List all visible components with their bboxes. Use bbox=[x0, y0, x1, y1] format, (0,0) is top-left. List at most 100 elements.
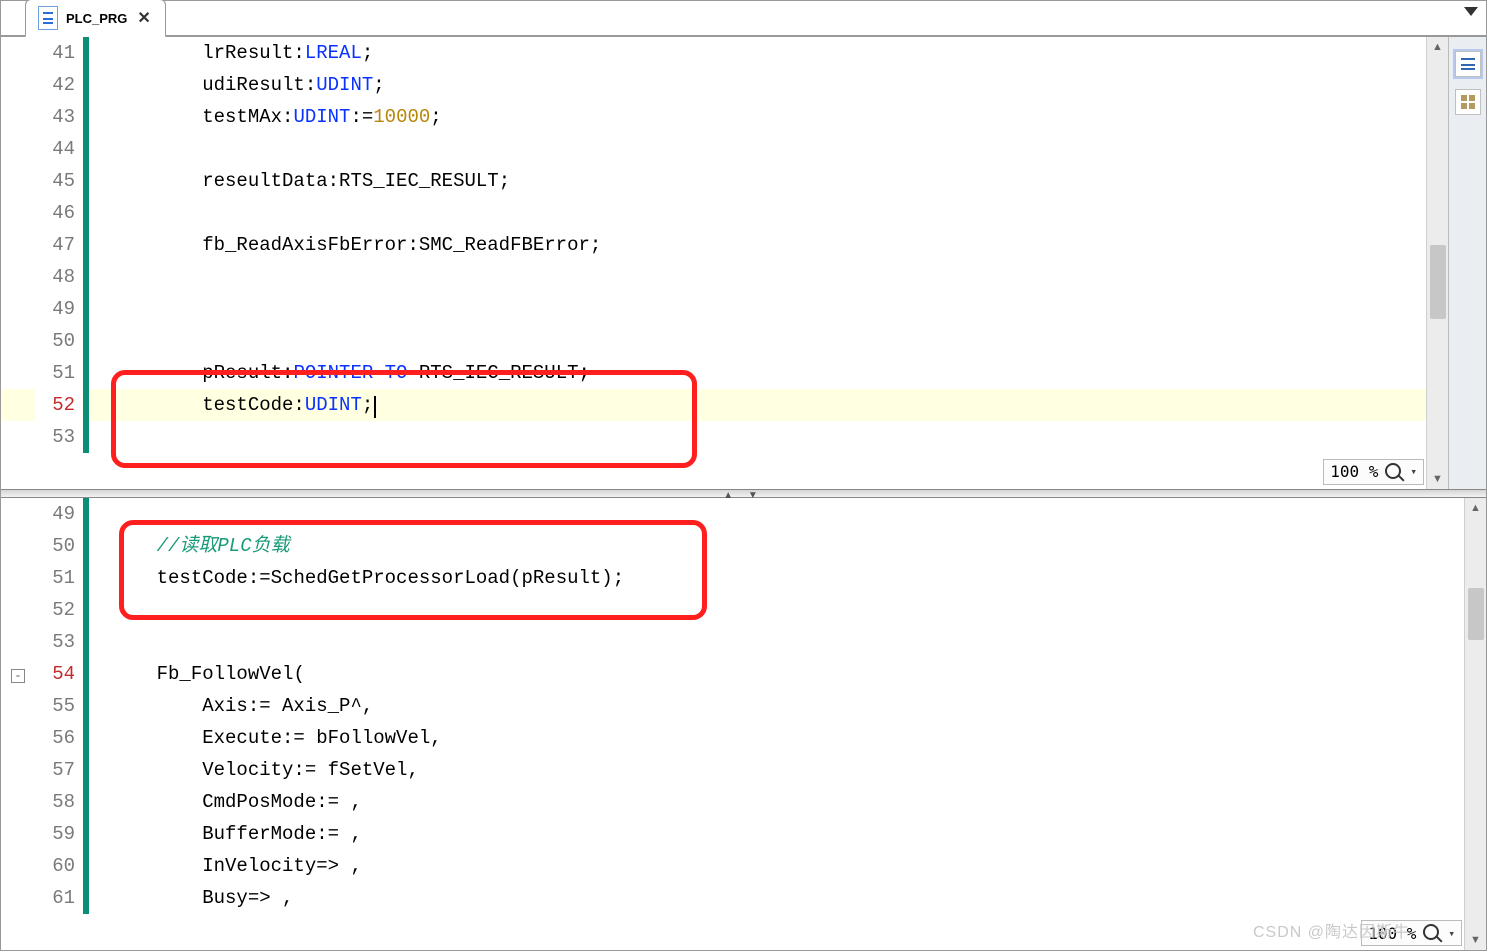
fold-gutter[interactable] bbox=[1, 562, 35, 594]
fold-gutter[interactable] bbox=[1, 690, 35, 722]
code-line[interactable]: 56 Execute:= bFollowVel, bbox=[1, 722, 1464, 754]
code-line[interactable]: 55 Axis:= Axis_P^, bbox=[1, 690, 1464, 722]
editor-work-area: 41 lrResult:LREAL;42 udiResult:UDINT;43 … bbox=[1, 37, 1486, 950]
scroll-down-icon[interactable]: ▼ bbox=[1465, 930, 1486, 950]
code-line[interactable]: 59 BufferMode:= , bbox=[1, 818, 1464, 850]
fold-gutter[interactable] bbox=[1, 626, 35, 658]
code-line[interactable]: 53 bbox=[1, 421, 1426, 453]
line-number: 48 bbox=[35, 261, 83, 293]
code-text: CmdPosMode:= , bbox=[89, 786, 1464, 818]
line-number: 59 bbox=[35, 818, 83, 850]
code-line[interactable]: 48 bbox=[1, 261, 1426, 293]
zoom-value: 100 % bbox=[1368, 924, 1416, 943]
code-line[interactable]: 60 InVelocity=> , bbox=[1, 850, 1464, 882]
scroll-thumb[interactable] bbox=[1430, 245, 1446, 319]
code-line[interactable]: 41 lrResult:LREAL; bbox=[1, 37, 1426, 69]
line-number: 49 bbox=[35, 293, 83, 325]
textual-view-button[interactable] bbox=[1455, 51, 1481, 77]
tab-overflow-menu-icon[interactable] bbox=[1464, 7, 1478, 16]
code-text bbox=[89, 261, 1426, 293]
code-line[interactable]: 57 Velocity:= fSetVel, bbox=[1, 754, 1464, 786]
code-line[interactable]: 58 CmdPosMode:= , bbox=[1, 786, 1464, 818]
fold-gutter[interactable] bbox=[1, 293, 35, 325]
code-text: Axis:= Axis_P^, bbox=[89, 690, 1464, 722]
fold-gutter[interactable] bbox=[1, 530, 35, 562]
implementation-editor[interactable]: 4950 //读取PLC负载51 testCode:=SchedGetProce… bbox=[1, 498, 1486, 950]
line-number: 58 bbox=[35, 786, 83, 818]
tab-plc-prg[interactable]: PLC_PRG ✕ bbox=[25, 0, 166, 37]
fold-gutter[interactable] bbox=[1, 229, 35, 261]
fold-gutter[interactable] bbox=[1, 594, 35, 626]
zoom-status[interactable]: 100 % ▾ bbox=[1361, 920, 1462, 946]
magnifier-icon bbox=[1384, 462, 1404, 482]
scroll-thumb[interactable] bbox=[1468, 588, 1484, 640]
scroll-up-icon[interactable]: ▲ bbox=[1465, 498, 1486, 518]
tab-leading-spacer bbox=[1, 1, 25, 36]
declaration-view-tools bbox=[1448, 37, 1486, 489]
line-number: 43 bbox=[35, 101, 83, 133]
fold-gutter[interactable] bbox=[1, 498, 35, 530]
tab-close-button[interactable]: ✕ bbox=[135, 8, 152, 28]
fold-gutter[interactable] bbox=[1, 325, 35, 357]
code-line[interactable]: 51 pResult:POINTER TO RTS_IEC_RESULT; bbox=[1, 357, 1426, 389]
tab-title: PLC_PRG bbox=[66, 11, 127, 26]
line-number: 52 bbox=[35, 594, 83, 626]
vertical-scrollbar[interactable]: ▲ ▼ bbox=[1426, 37, 1448, 489]
code-text: pResult:POINTER TO RTS_IEC_RESULT; bbox=[89, 357, 1426, 389]
fold-gutter[interactable] bbox=[1, 101, 35, 133]
declaration-editor[interactable]: 41 lrResult:LREAL;42 udiResult:UDINT;43 … bbox=[1, 37, 1448, 489]
fold-gutter[interactable] bbox=[1, 261, 35, 293]
code-line[interactable]: 51 testCode:=SchedGetProcessorLoad(pResu… bbox=[1, 562, 1464, 594]
fold-gutter[interactable] bbox=[1, 357, 35, 389]
code-line[interactable]: 44 bbox=[1, 133, 1426, 165]
fold-gutter[interactable] bbox=[1, 818, 35, 850]
zoom-status[interactable]: 100 % ▾ bbox=[1323, 459, 1424, 485]
fold-gutter[interactable] bbox=[1, 722, 35, 754]
text-lines-icon bbox=[1461, 58, 1475, 70]
fold-gutter[interactable] bbox=[1, 754, 35, 786]
code-line[interactable]: 50 bbox=[1, 325, 1426, 357]
code-line[interactable]: 47 fb_ReadAxisFbError:SMC_ReadFBError; bbox=[1, 229, 1426, 261]
fold-gutter[interactable] bbox=[1, 133, 35, 165]
fold-gutter[interactable] bbox=[1, 786, 35, 818]
code-line[interactable]: 46 bbox=[1, 197, 1426, 229]
horizontal-splitter[interactable]: ▲ ▼ bbox=[1, 489, 1486, 499]
code-line[interactable]: 52 bbox=[1, 594, 1464, 626]
line-number: 54 bbox=[35, 658, 83, 690]
fold-gutter[interactable] bbox=[1, 37, 35, 69]
tabular-view-button[interactable] bbox=[1455, 89, 1481, 115]
code-line[interactable]: -54 Fb_FollowVel( bbox=[1, 658, 1464, 690]
scroll-down-icon[interactable]: ▼ bbox=[1427, 469, 1448, 489]
fold-gutter[interactable] bbox=[1, 389, 35, 421]
code-text: testCode:UDINT; bbox=[89, 389, 1426, 421]
code-text bbox=[89, 293, 1426, 325]
code-line[interactable]: 53 bbox=[1, 626, 1464, 658]
code-line[interactable]: 42 udiResult:UDINT; bbox=[1, 69, 1426, 101]
line-number: 42 bbox=[35, 69, 83, 101]
code-line[interactable]: 49 bbox=[1, 498, 1464, 530]
code-line[interactable]: 45 reseultData:RTS_IEC_RESULT; bbox=[1, 165, 1426, 197]
code-text: lrResult:LREAL; bbox=[89, 37, 1426, 69]
code-line[interactable]: 61 Busy=> , bbox=[1, 882, 1464, 914]
code-text bbox=[89, 626, 1464, 658]
code-text: fb_ReadAxisFbError:SMC_ReadFBError; bbox=[89, 229, 1426, 261]
code-text: InVelocity=> , bbox=[89, 850, 1464, 882]
fold-gutter[interactable]: - bbox=[1, 658, 35, 690]
fold-gutter[interactable] bbox=[1, 69, 35, 101]
code-line[interactable]: 52 testCode:UDINT; bbox=[1, 389, 1426, 421]
fold-gutter[interactable] bbox=[1, 850, 35, 882]
fold-gutter[interactable] bbox=[1, 421, 35, 453]
code-line[interactable]: 50 //读取PLC负载 bbox=[1, 530, 1464, 562]
scroll-up-icon[interactable]: ▲ bbox=[1427, 37, 1448, 57]
fold-gutter[interactable] bbox=[1, 197, 35, 229]
line-number: 61 bbox=[35, 882, 83, 914]
declaration-pane: 41 lrResult:LREAL;42 udiResult:UDINT;43 … bbox=[1, 37, 1486, 489]
vertical-scrollbar[interactable]: ▲ ▼ bbox=[1464, 498, 1486, 950]
fold-gutter[interactable] bbox=[1, 882, 35, 914]
zoom-dropdown-icon[interactable]: ▾ bbox=[1448, 927, 1455, 940]
zoom-dropdown-icon[interactable]: ▾ bbox=[1410, 465, 1417, 478]
file-st-icon bbox=[38, 6, 58, 30]
fold-gutter[interactable] bbox=[1, 165, 35, 197]
code-line[interactable]: 49 bbox=[1, 293, 1426, 325]
code-line[interactable]: 43 testMAx:UDINT:=10000; bbox=[1, 101, 1426, 133]
